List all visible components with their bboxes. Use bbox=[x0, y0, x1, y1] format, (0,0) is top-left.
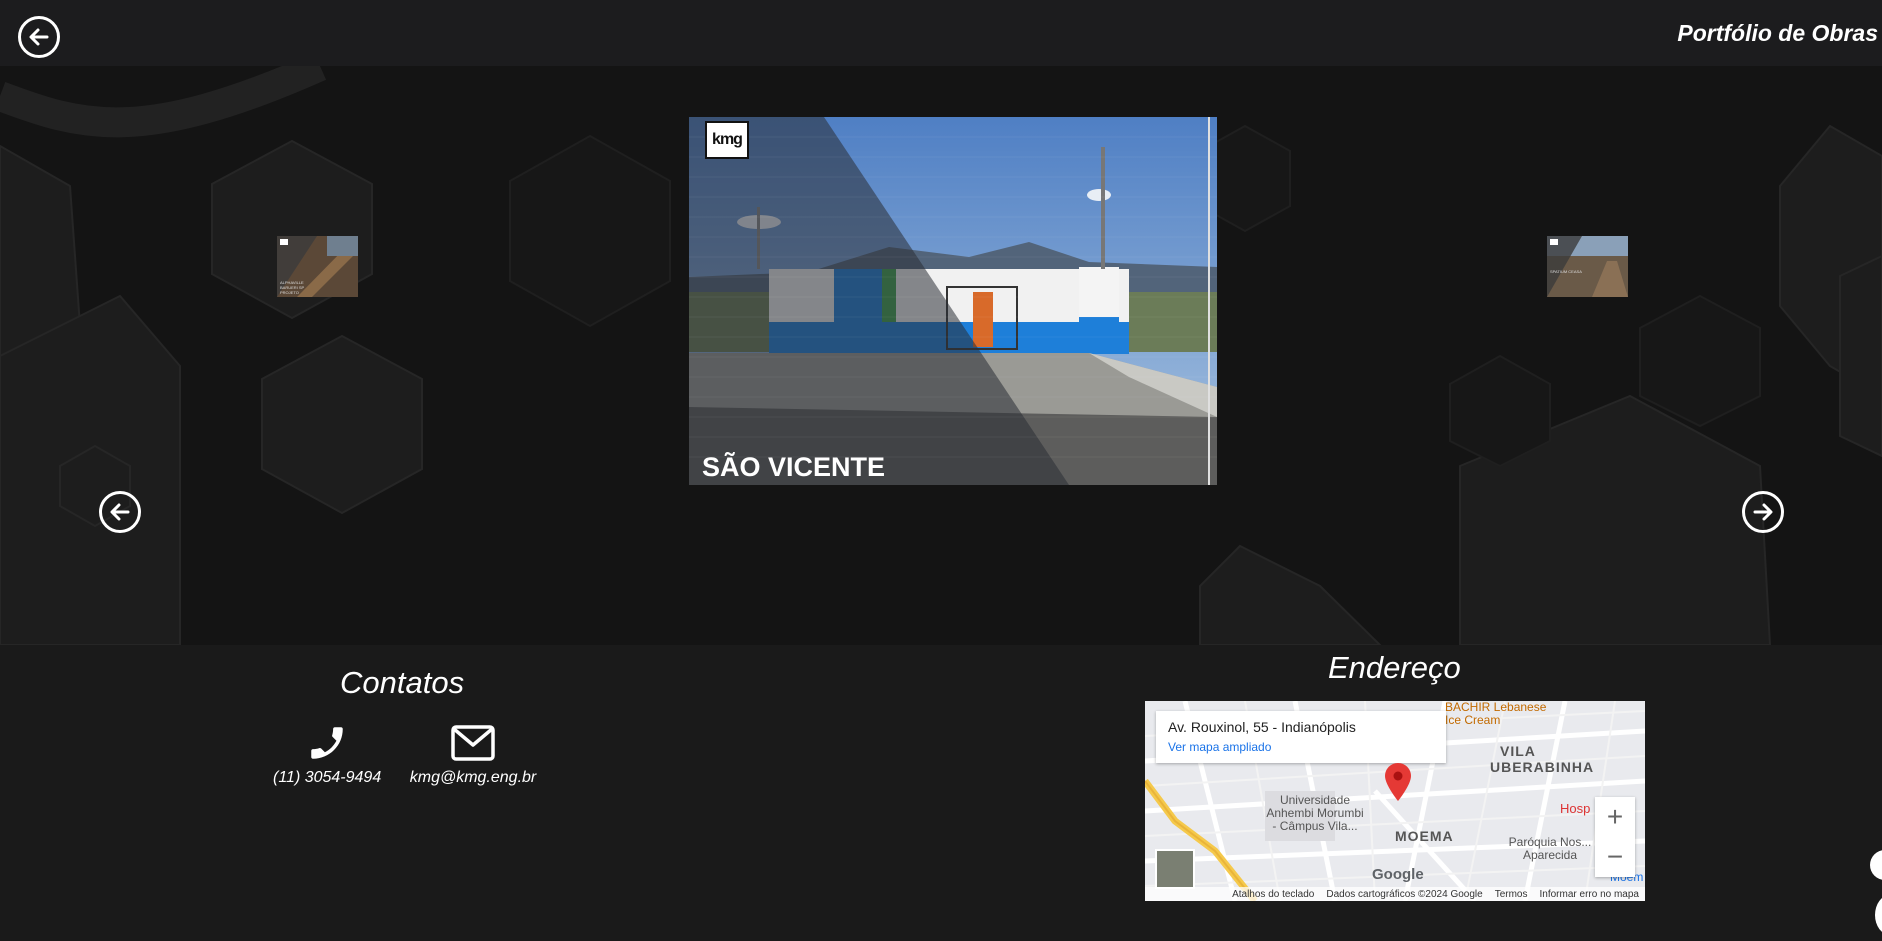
terms-link[interactable]: Termos bbox=[1495, 889, 1528, 900]
keyboard-shortcuts-link[interactable]: Atalhos do teclado bbox=[1232, 889, 1314, 900]
email-address: kmg@kmg.eng.br bbox=[409, 769, 537, 786]
slide-caption: SÃO VICENTE bbox=[702, 452, 886, 482]
top-bar: Portfólio de Obras bbox=[0, 0, 1882, 66]
map-label-icecream: Ice Cream bbox=[1445, 713, 1501, 727]
map-zoom-control: + − bbox=[1595, 797, 1635, 877]
mail-icon bbox=[451, 725, 495, 761]
arrow-left-icon bbox=[29, 28, 49, 46]
mini-logo bbox=[1550, 239, 1558, 245]
floating-widget-2[interactable] bbox=[1875, 895, 1882, 935]
map-label-moema: MOEMA bbox=[1395, 828, 1454, 844]
zoom-in-button[interactable]: + bbox=[1595, 797, 1635, 837]
page-title: Portfólio de Obras bbox=[1677, 20, 1878, 46]
logo-text: kmg bbox=[712, 131, 743, 148]
contacts-heading: Contatos bbox=[340, 665, 465, 700]
thumbnail-caption: ALPHAVILLE BARUERI SP PROJETO bbox=[280, 280, 305, 295]
view-larger-map-link[interactable]: Ver mapa ampliado bbox=[1168, 740, 1434, 754]
map-label-paroquia: Paróquia Nos... Aparecida bbox=[1508, 835, 1592, 862]
kmg-logo: kmg bbox=[705, 121, 749, 159]
phone-icon bbox=[311, 727, 343, 759]
address-heading: Endereço bbox=[1328, 650, 1461, 685]
slide-thumbnail-next[interactable]: SPATIUM CEASA bbox=[1547, 236, 1628, 297]
map-label-uberabinha: UBERABINHA bbox=[1490, 759, 1595, 775]
map-address: Av. Rouxinol, 55 - Indianópolis bbox=[1168, 719, 1356, 735]
map-label-hospital: Hosp bbox=[1560, 801, 1591, 816]
footer: Contatos (11) 3054-9494 kmg@kmg.eng.br E… bbox=[0, 645, 1882, 941]
floating-widget[interactable] bbox=[1870, 850, 1882, 880]
featured-slide[interactable]: kmg SÃO VICENTE bbox=[689, 117, 1217, 485]
previous-slide-button[interactable] bbox=[99, 491, 141, 533]
arrow-left-icon bbox=[110, 503, 130, 521]
embedded-map[interactable]: VILA UBERABINHA MOEMA Universidade Anhem… bbox=[1145, 701, 1645, 901]
satellite-toggle[interactable] bbox=[1155, 849, 1195, 889]
slide-thumbnail-prev[interactable]: ALPHAVILLE BARUERI SP PROJETO bbox=[277, 236, 358, 297]
map-label-vila: VILA bbox=[1500, 743, 1536, 759]
zoom-out-button[interactable]: − bbox=[1595, 837, 1635, 877]
back-button[interactable] bbox=[18, 16, 60, 58]
google-logo: Google bbox=[1372, 866, 1424, 883]
report-error-link[interactable]: Informar erro no mapa bbox=[1540, 889, 1640, 900]
map-pin-icon bbox=[1385, 763, 1411, 801]
thumbnail-photo bbox=[1547, 236, 1628, 297]
phone-number: (11) 3054-9494 bbox=[273, 769, 382, 786]
map-footer: Atalhos do teclado Dados cartográficos ©… bbox=[1145, 887, 1645, 901]
arrow-right-icon bbox=[1753, 503, 1773, 521]
map-label-universidade: Universidade Anhembi Morumbi - Câmpus Vi… bbox=[1266, 793, 1364, 833]
mini-logo bbox=[280, 239, 288, 245]
next-slide-button[interactable] bbox=[1742, 491, 1784, 533]
slide-photo bbox=[689, 117, 1217, 485]
thumbnail-caption: SPATIUM CEASA bbox=[1550, 269, 1582, 274]
portfolio-slider: ALPHAVILLE BARUERI SP PROJETO kmg SÃO VI… bbox=[0, 66, 1882, 645]
email-contact[interactable]: kmg@kmg.eng.br bbox=[408, 721, 538, 787]
map-info-card: Av. Rouxinol, 55 - Indianópolis Ver mapa… bbox=[1156, 711, 1446, 763]
map-data-attribution: Dados cartográficos ©2024 Google bbox=[1326, 888, 1483, 900]
phone-contact[interactable]: (11) 3054-9494 bbox=[273, 721, 381, 787]
